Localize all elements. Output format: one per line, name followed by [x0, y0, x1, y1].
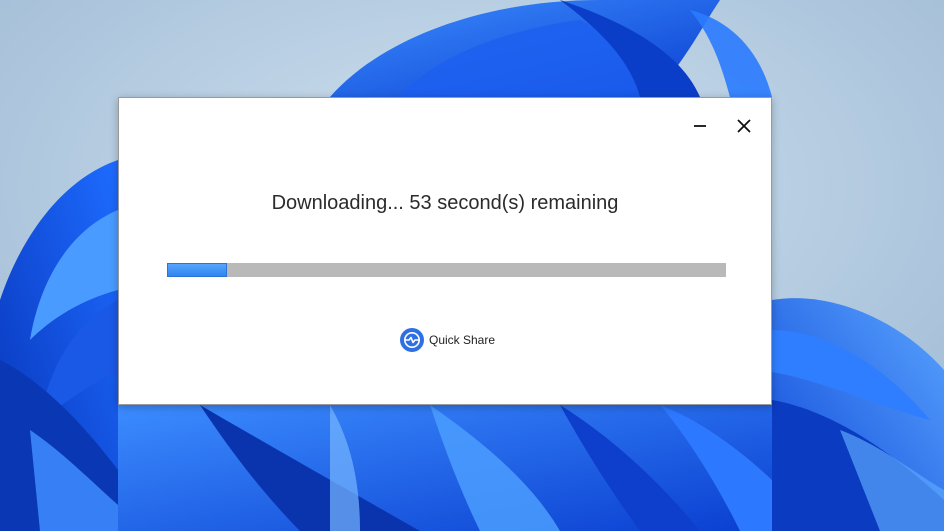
close-button[interactable] [728, 112, 760, 140]
download-status-text: Downloading... 53 second(s) remaining [271, 192, 619, 214]
download-progress-bar [167, 263, 726, 277]
minimize-icon [694, 125, 706, 127]
close-icon [737, 119, 751, 133]
quick-share-label: Quick Share [429, 333, 496, 347]
quick-share-icon [400, 328, 424, 352]
download-progress-fill [167, 263, 228, 277]
quick-share-brand: Quick Share [400, 328, 495, 352]
quick-share-dialog: Downloading... 53 second(s) remaining Qu… [118, 97, 772, 405]
minimize-button[interactable] [684, 112, 716, 140]
